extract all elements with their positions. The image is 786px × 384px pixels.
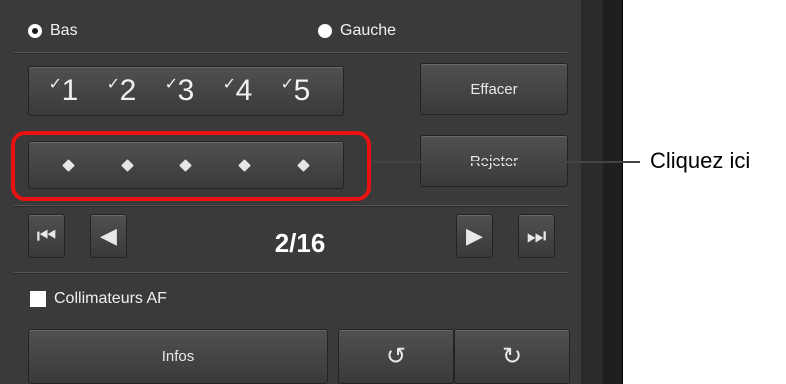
- check-icon: ✓: [106, 76, 121, 93]
- rotate-left-button[interactable]: ↺: [338, 329, 454, 384]
- radio-bottom-label: Bas: [50, 22, 78, 39]
- radio-bottom[interactable]: Bas: [28, 20, 78, 42]
- radio-unchecked-icon: [318, 24, 332, 38]
- rating-5[interactable]: ✓ 5: [281, 76, 311, 106]
- rotate-left-icon: ↺: [385, 343, 407, 370]
- callout-line: [373, 161, 640, 163]
- separator: [14, 52, 568, 54]
- af-points-label: Collimateurs AF: [54, 290, 167, 307]
- arrow-right-icon: ▶: [466, 223, 483, 248]
- window-edge: [603, 0, 623, 384]
- arrow-left-icon: ◀: [100, 223, 117, 248]
- rating-3[interactable]: ✓ 3: [165, 76, 195, 106]
- skip-last-icon: ⏭: [526, 223, 547, 248]
- callout-label: Cliquez ici: [650, 148, 751, 173]
- radio-checked-icon: [28, 24, 42, 38]
- clear-button[interactable]: Effacer: [420, 63, 568, 115]
- separator: [14, 272, 568, 274]
- check-icon: ✓: [280, 76, 295, 93]
- scroll-track: [581, 0, 603, 384]
- rating-2[interactable]: ✓ 2: [107, 76, 137, 106]
- rating-4[interactable]: ✓ 4: [223, 76, 253, 106]
- previous-image-button[interactable]: ◀: [90, 214, 127, 258]
- rotate-right-icon: ↻: [501, 343, 523, 370]
- image-counter: 2/16: [274, 228, 326, 258]
- radio-left-label: Gauche: [340, 22, 397, 39]
- next-image-button[interactable]: ▶: [456, 214, 493, 258]
- highlight-box: [11, 131, 371, 201]
- skip-first-icon: ⏮: [36, 223, 57, 248]
- first-image-button[interactable]: ⏮: [28, 214, 65, 258]
- radio-left[interactable]: Gauche: [318, 20, 396, 42]
- af-points-checkbox[interactable]: Collimateurs AF: [30, 290, 167, 308]
- check-icon: ✓: [164, 76, 179, 93]
- check-icon: ✓: [222, 76, 237, 93]
- last-image-button[interactable]: ⏭: [518, 214, 555, 258]
- rating-1[interactable]: ✓ 1: [49, 76, 79, 106]
- check-icon: ✓: [48, 76, 63, 93]
- checkbox-box[interactable]: [30, 291, 46, 307]
- separator: [14, 205, 568, 207]
- rotate-right-button[interactable]: ↻: [454, 329, 570, 384]
- info-button[interactable]: Infos: [28, 329, 328, 384]
- rating-buttons[interactable]: ✓ 1 ✓ 2 ✓ 3 ✓ 4 ✓ 5: [28, 66, 344, 116]
